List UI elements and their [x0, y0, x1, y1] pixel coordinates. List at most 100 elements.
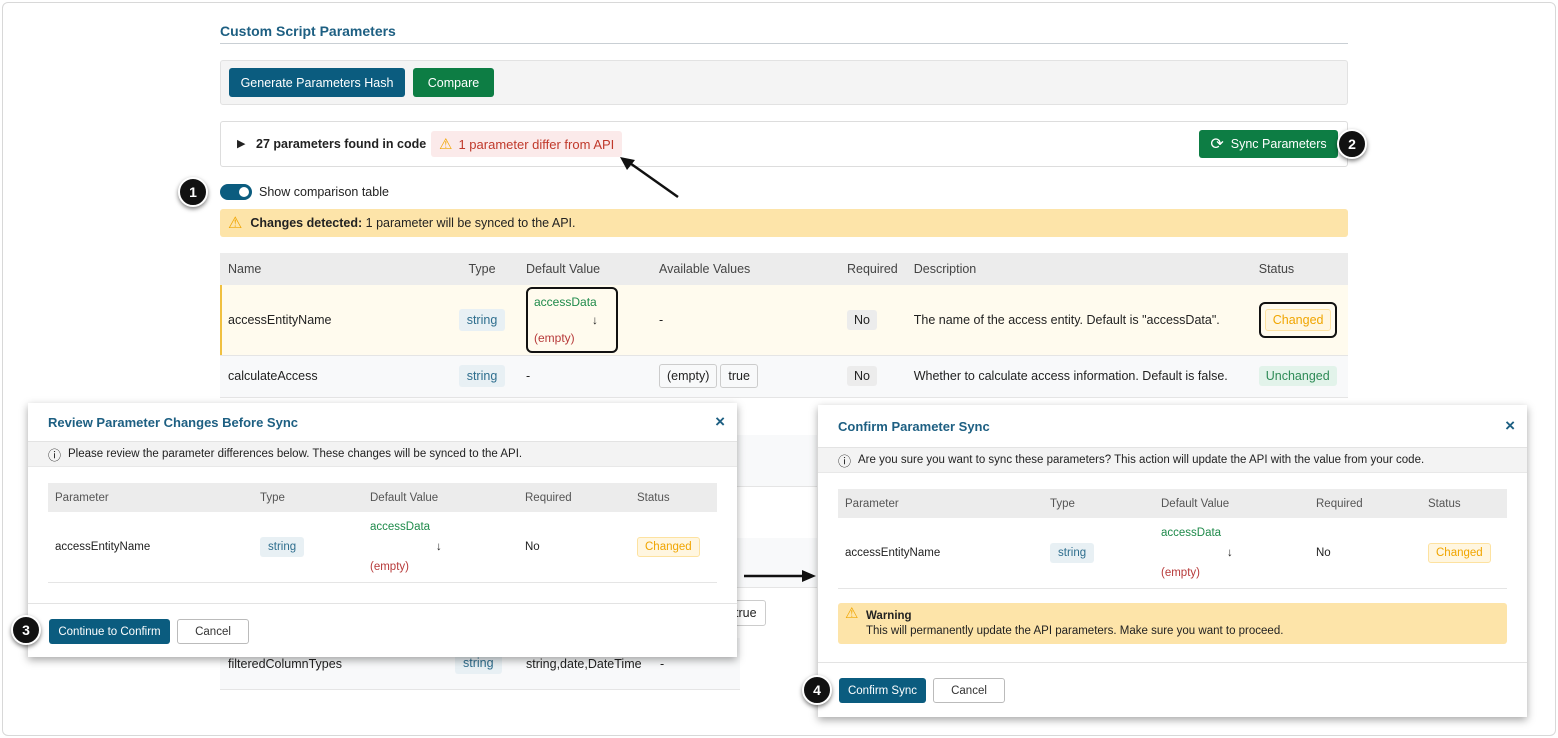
info-text: Are you sure you want to sync these para…: [858, 454, 1425, 466]
default-value: string,date,DateTime: [526, 657, 642, 671]
new-value: (empty): [1161, 566, 1200, 579]
table-row: accessEntityName string accessData ↓ (em…: [220, 285, 1348, 356]
confirm-modal: Confirm Parameter Sync × ⓘ Are you sure yo…: [818, 405, 1527, 717]
required-value: No: [518, 512, 630, 583]
annotation-arrow-right: [744, 570, 816, 582]
param-name: filteredColumnTypes: [228, 657, 342, 671]
step-badge-1: 1: [178, 177, 208, 207]
arrow-down-icon: ↓: [1227, 546, 1233, 559]
col-type: Type: [446, 253, 518, 285]
step-badge-4: 4: [802, 675, 832, 705]
type-badge: string: [458, 308, 506, 331]
warning-icon: ⚠: [228, 215, 243, 232]
sync-icon: ⟳: [1210, 136, 1224, 153]
parameters-found-text: 27 parameters found in code: [256, 137, 427, 151]
changes-alert: ⚠ Changes detected: 1 parameter will be …: [220, 209, 1348, 237]
step-badge-2: 2: [1337, 129, 1367, 159]
close-icon[interactable]: ×: [1505, 416, 1515, 436]
col-parameter: Parameter: [48, 483, 253, 512]
sync-parameters-label: Sync Parameters: [1230, 137, 1327, 151]
old-value: accessData: [1161, 526, 1222, 539]
review-modal: Review Parameter Changes Before Sync × ⓘ P…: [28, 403, 737, 657]
col-required: Required: [839, 253, 906, 285]
hidden-row: [737, 435, 817, 487]
col-available: Available Values: [651, 253, 839, 285]
compare-button[interactable]: Compare: [413, 68, 494, 97]
warning-icon: ⚠: [439, 136, 453, 153]
option-chip: (empty): [659, 364, 718, 388]
toggle-label: Show comparison table: [259, 185, 389, 199]
col-status: Status: [630, 483, 717, 512]
col-description: Description: [905, 253, 1251, 285]
review-table: Parameter Type Default Value Required St…: [48, 483, 717, 583]
col-required: Required: [518, 483, 630, 512]
parameters-summary: ▶ 27 parameters found in code ⚠ 1 parame…: [220, 121, 1348, 167]
page-title: Custom Script Parameters: [220, 23, 396, 39]
status-badge: Changed: [637, 536, 700, 557]
step-badge-3: 3: [11, 615, 41, 645]
confirm-sync-button[interactable]: Confirm Sync: [839, 678, 926, 703]
new-value: (empty): [370, 560, 409, 573]
title-divider: [220, 43, 1348, 44]
status-badge: Changed: [1264, 308, 1332, 331]
col-default: Default Value: [518, 253, 651, 285]
col-parameter: Parameter: [838, 489, 1043, 518]
old-value: accessData: [370, 520, 431, 533]
table-row: calculateAccess string - (empty) true No …: [220, 355, 1348, 398]
required-badge: No: [847, 309, 877, 330]
col-name: Name: [220, 253, 446, 285]
required-value: No: [1309, 518, 1421, 589]
expand-icon[interactable]: ▶: [237, 137, 245, 150]
available-values: -: [660, 657, 665, 671]
close-icon[interactable]: ×: [715, 412, 725, 432]
arrow-down-icon: ↓: [436, 540, 442, 553]
description: Whether to calculate access information.…: [905, 355, 1251, 398]
type-badge: string: [1050, 542, 1095, 563]
confirm-table: Parameter Type Default Value Required St…: [838, 489, 1507, 589]
status-badge: Unchanged: [1258, 366, 1337, 386]
modal-title: Confirm Parameter Sync: [838, 418, 990, 434]
col-default: Default Value: [363, 483, 518, 512]
table-row: accessEntityName string accessData ↓ (empt…: [838, 518, 1507, 589]
col-required: Required: [1309, 489, 1421, 518]
alert-text: 1 parameter will be synced to the API.: [365, 216, 576, 230]
modal-title: Review Parameter Changes Before Sync: [48, 414, 298, 430]
differ-badge: ⚠ 1 parameter differ from API: [431, 131, 623, 157]
info-icon: ⓘ: [48, 447, 62, 463]
col-type: Type: [253, 483, 363, 512]
arrow-down-icon: ↓: [592, 312, 598, 327]
warning-alert: ⚠ Warning This will permanently update t…: [838, 602, 1507, 644]
status-badge: Changed: [1428, 542, 1491, 563]
col-type: Type: [1043, 489, 1154, 518]
col-status: Status: [1421, 489, 1507, 518]
info-icon: ⓘ: [838, 453, 852, 469]
warning-title: Warning: [866, 609, 912, 622]
type-badge: string: [260, 536, 305, 557]
old-value: accessData: [534, 294, 597, 309]
cancel-button[interactable]: Cancel: [177, 619, 249, 644]
toolbar: Generate Parameters Hash Compare: [220, 60, 1348, 105]
sync-parameters-button[interactable]: ⟳ Sync Parameters: [1199, 130, 1338, 158]
new-value: (empty): [534, 330, 575, 345]
info-text: Please review the parameter differences …: [68, 448, 523, 460]
param-name: accessEntityName: [220, 285, 446, 356]
cancel-button[interactable]: Cancel: [933, 678, 1005, 703]
col-status: Status: [1250, 253, 1348, 285]
type-badge: string: [458, 365, 506, 387]
comparison-table: Name Type Default Value Available Values…: [220, 253, 1348, 398]
warning-icon: ⚠: [845, 604, 859, 622]
description: The name of the access entity. Default i…: [905, 285, 1251, 356]
available-values: -: [651, 285, 839, 356]
param-name: accessEntityName: [48, 512, 253, 583]
param-name: calculateAccess: [220, 355, 446, 398]
col-default: Default Value: [1154, 489, 1309, 518]
continue-to-confirm-button[interactable]: Continue to Confirm: [49, 619, 170, 644]
differ-text: 1 parameter differ from API: [458, 136, 615, 152]
alert-title: Changes detected:: [250, 216, 363, 230]
comparison-table-toggle[interactable]: [220, 184, 252, 200]
generate-hash-button[interactable]: Generate Parameters Hash: [229, 68, 405, 97]
param-name: accessEntityName: [838, 518, 1043, 589]
table-row: accessEntityName string accessData ↓ (empt…: [48, 512, 717, 583]
default-value: -: [518, 355, 651, 398]
required-badge: No: [847, 366, 877, 386]
